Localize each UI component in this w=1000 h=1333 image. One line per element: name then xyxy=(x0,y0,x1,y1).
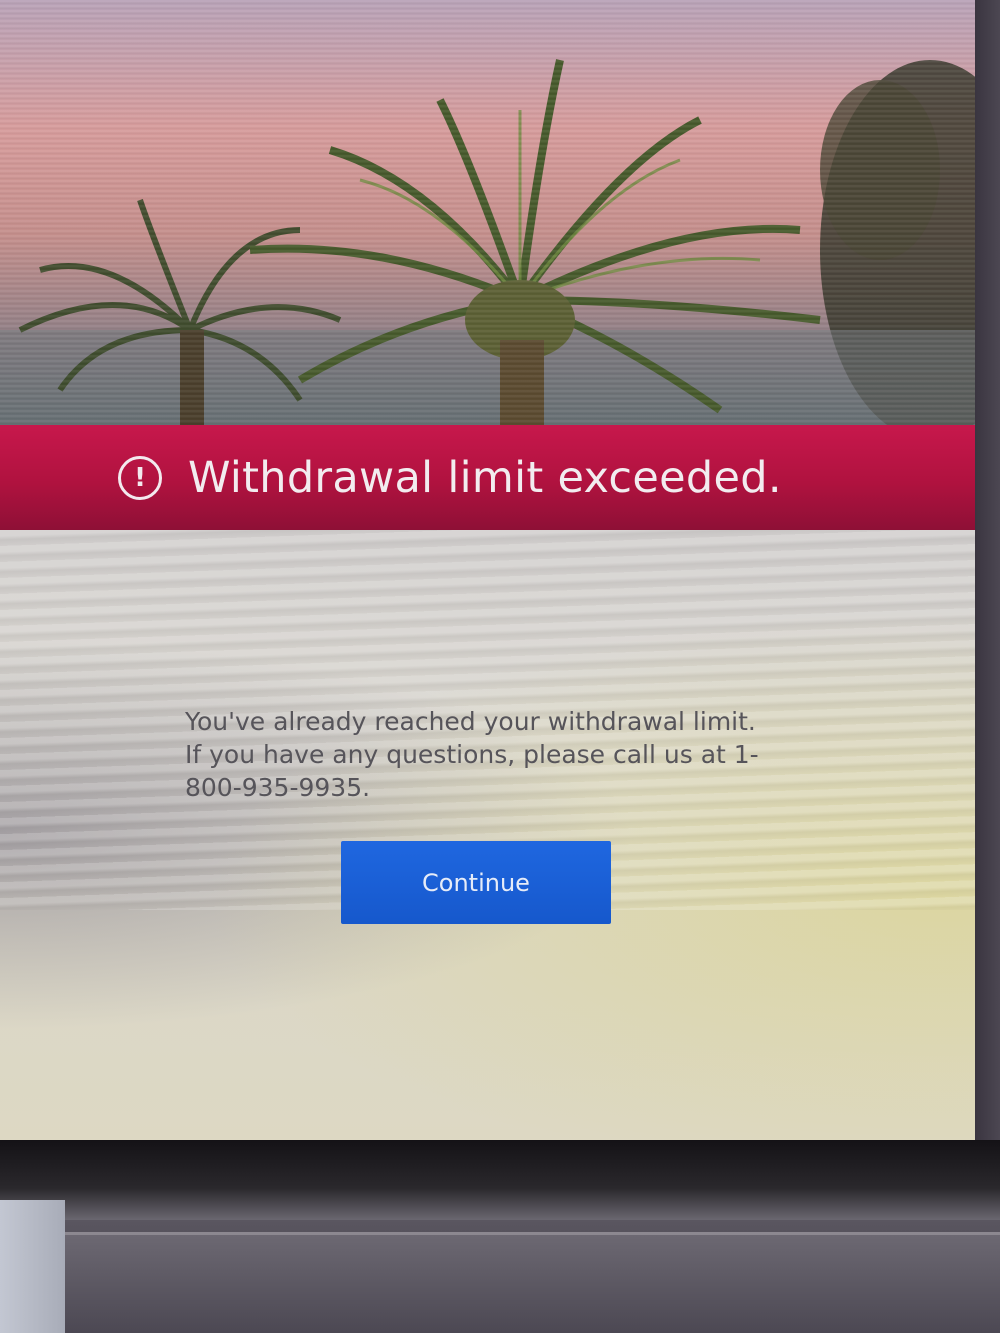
screen-bezel-right xyxy=(975,0,1000,1160)
atm-photo: ! Withdrawal limit exceeded. You've alre… xyxy=(0,0,1000,1333)
alert-title: Withdrawal limit exceeded. xyxy=(188,452,782,503)
exclamation-circle-icon: ! xyxy=(118,455,162,500)
palm-trees-illustration xyxy=(0,59,990,425)
screen-bezel-bottom xyxy=(0,1140,1000,1220)
palm-tree-banner-image xyxy=(0,0,990,425)
atm-side-panel xyxy=(0,1200,65,1333)
alert-banner: ! Withdrawal limit exceeded. xyxy=(0,425,990,530)
atm-keypad-housing xyxy=(60,1232,1000,1333)
continue-button[interactable]: Continue xyxy=(341,841,611,924)
message-text: You've already reached your withdrawal l… xyxy=(185,707,759,802)
atm-screen: ! Withdrawal limit exceeded. You've alre… xyxy=(0,0,990,1160)
message-panel: You've already reached your withdrawal l… xyxy=(0,530,990,1140)
